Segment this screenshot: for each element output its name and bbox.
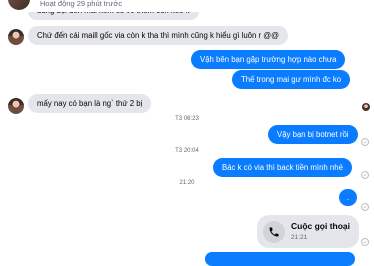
- conversation-header: Hoạt động 29 phút trước: [0, 0, 374, 12]
- seen-check-icon: [361, 238, 369, 246]
- message-incoming[interactable]: Chứ đến cái maill gốc via còn k tha thì …: [28, 26, 289, 45]
- timestamp: 21:20: [179, 180, 195, 186]
- phone-icon: [263, 221, 285, 243]
- message-outgoing[interactable]: Vậy bạn bị botnet rồi: [268, 125, 358, 144]
- voice-call-card[interactable]: Cuộc gọi thoại 21:21: [257, 215, 359, 248]
- message-incoming[interactable]: mấy nay có bạn là ng` thứ 2 bị: [28, 94, 152, 113]
- contact-avatar[interactable]: [8, 0, 30, 10]
- message-outgoing[interactable]: .: [339, 189, 358, 206]
- call-time: 21:21: [291, 234, 308, 241]
- sender-avatar[interactable]: [8, 98, 24, 114]
- sender-avatar[interactable]: [8, 29, 24, 45]
- timestamp: T3 20:04: [175, 148, 199, 154]
- seen-check-icon: [361, 171, 369, 179]
- seen-check-icon: [361, 203, 369, 211]
- read-receipt-avatar: [362, 103, 370, 111]
- active-status: Hoạt động 29 phút trước: [40, 0, 123, 8]
- message-outgoing[interactable]: Vậh bên bạn gặp trường hợp nào chưa: [191, 50, 346, 69]
- message-outgoing[interactable]: Thế trong mai gư mình đc ko: [232, 70, 351, 89]
- call-title: Cuộc gọi thoại: [291, 221, 351, 231]
- message-outgoing[interactable]: Bác k có via thì back tiền mình nhé: [213, 158, 352, 177]
- message-outgoing-partial[interactable]: [205, 252, 355, 266]
- seen-check-icon: [361, 138, 369, 146]
- timestamp: T3 06:23: [175, 116, 199, 122]
